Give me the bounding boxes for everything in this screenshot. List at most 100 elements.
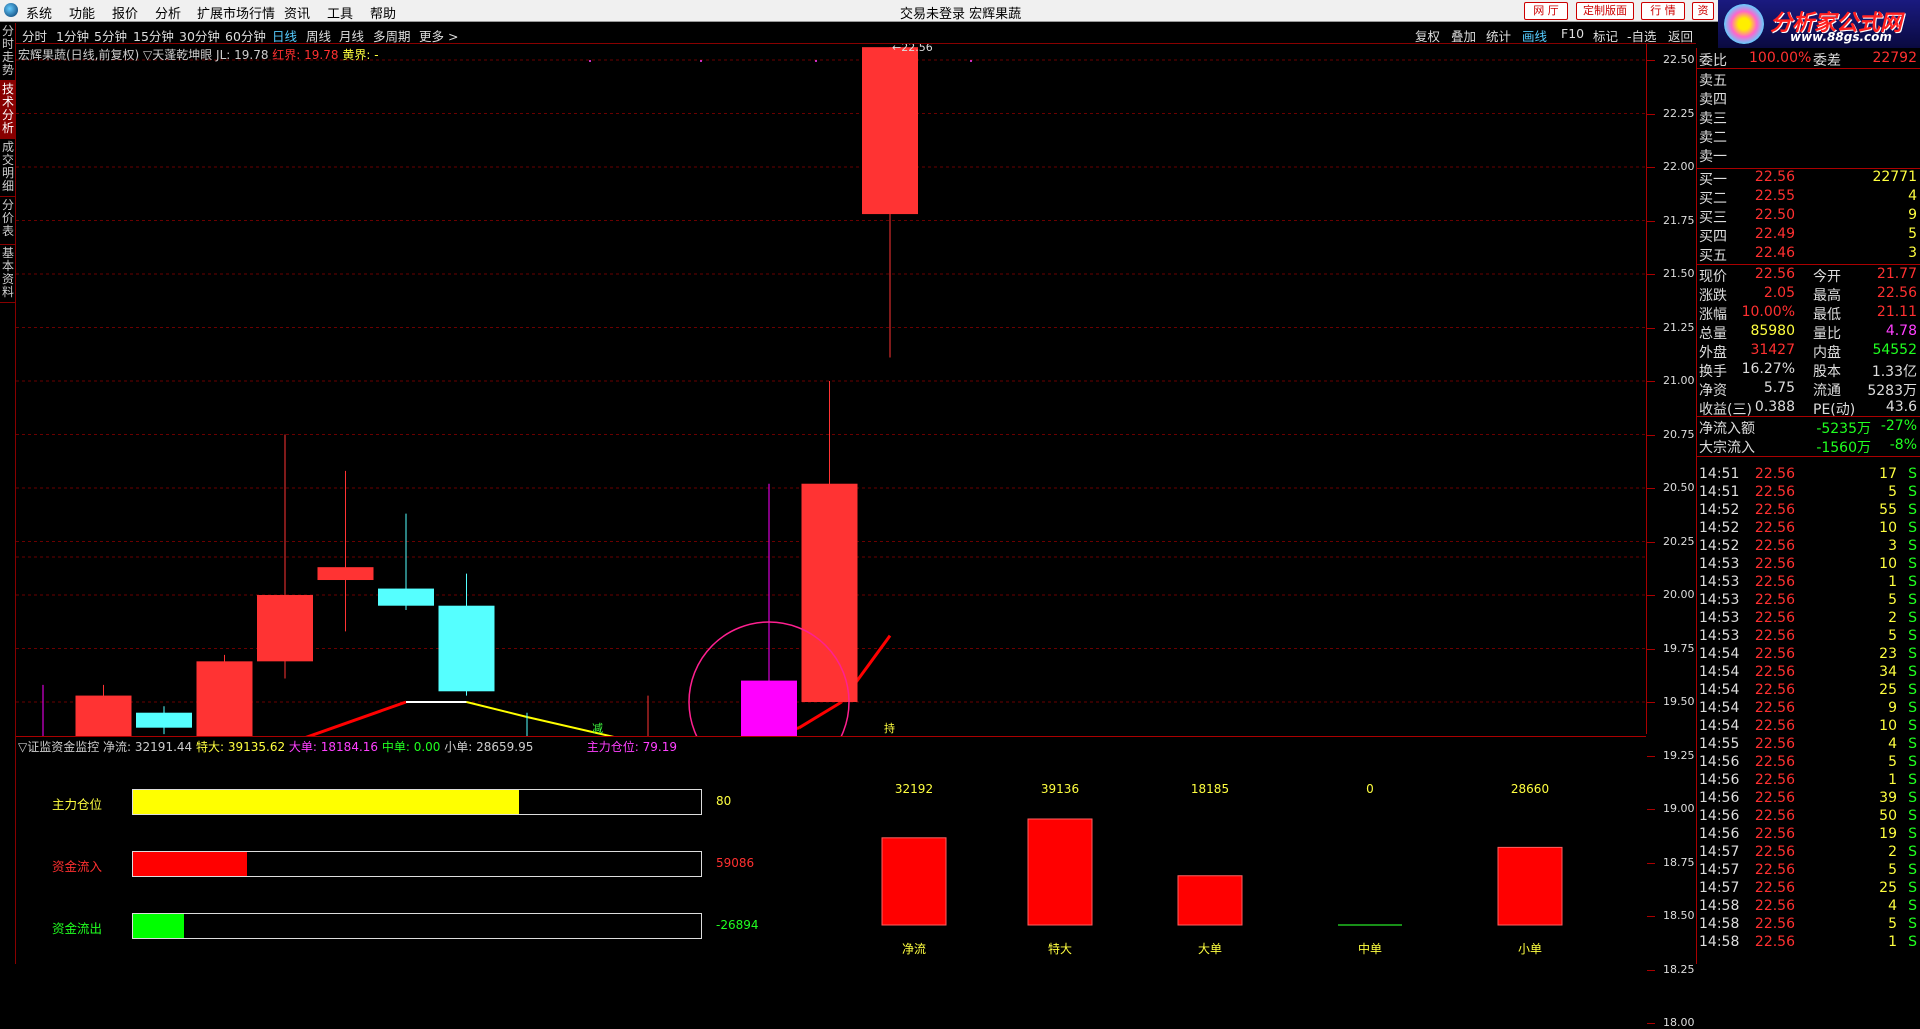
- tick-time: 14:54: [1699, 664, 1740, 680]
- fund-column-label: 小单: [1518, 942, 1542, 956]
- buy-level-label: 买五: [1699, 248, 1727, 264]
- logo-banner: 分析家公式网 www.88gs.com: [1718, 0, 1920, 48]
- price-tick-mark: [1647, 595, 1655, 596]
- tick-time: 14:58: [1699, 916, 1740, 932]
- buy-level-volume: 4: [1908, 188, 1917, 204]
- tick-price: 22.56: [1754, 898, 1795, 914]
- period-1min[interactable]: 1分钟: [56, 26, 89, 45]
- period-more[interactable]: 更多 >: [419, 26, 458, 45]
- price-tick-label: 18.00: [1663, 1016, 1695, 1029]
- period-intraday[interactable]: 分时: [22, 26, 47, 45]
- period-5min[interactable]: 5分钟: [94, 26, 127, 45]
- tick-volume: 4: [1888, 898, 1897, 914]
- buy-level-volume: 3: [1908, 245, 1917, 261]
- buy-level-volume: 22771: [1872, 169, 1917, 185]
- hall-button[interactable]: 网 厅: [1524, 2, 1568, 20]
- sell-level-label: 卖五: [1699, 73, 1727, 89]
- tick-volume: 1: [1888, 772, 1897, 788]
- period-multi[interactable]: 多周期: [373, 26, 411, 45]
- tick-row: 14:52 22.56 10 S: [1697, 520, 1920, 538]
- tick-side: S: [1908, 718, 1917, 734]
- menu-system[interactable]: 系统: [26, 3, 52, 22]
- tick-volume: 2: [1888, 610, 1897, 626]
- period-monthly[interactable]: 月线: [339, 26, 364, 45]
- back-button[interactable]: 返回: [1668, 26, 1693, 45]
- market-button[interactable]: 行 情: [1641, 2, 1685, 20]
- add-watchlist-button[interactable]: -自选: [1627, 26, 1657, 45]
- quote-stat-row: 外盘 31427 内盘 54552: [1697, 342, 1920, 361]
- tick-row: 14:53 22.56 2 S: [1697, 610, 1920, 628]
- tab-technical-analysis[interactable]: 技术分析: [0, 81, 16, 139]
- tick-row: 14:56 22.56 1 S: [1697, 772, 1920, 790]
- tick-volume: 5: [1888, 862, 1897, 878]
- top-dot: [970, 60, 972, 62]
- info-button[interactable]: 资: [1692, 2, 1714, 20]
- stat-value: 21.11: [1876, 304, 1917, 320]
- sell-level-row: 卖二: [1697, 127, 1920, 146]
- price-axis: 22.50 22.25 22.00 21.75 21.50 21.25 21.00 20.75…: [1646, 44, 1696, 1029]
- app-icon[interactable]: [4, 3, 18, 17]
- tick-price: 22.56: [1754, 916, 1795, 932]
- committee-ratio-value: 100.00%: [1749, 50, 1812, 66]
- menu-tools[interactable]: 工具: [327, 3, 353, 22]
- tab-price-distribution[interactable]: 分价表: [0, 197, 16, 245]
- period-60min[interactable]: 60分钟: [225, 26, 266, 45]
- period-15min[interactable]: 15分钟: [133, 26, 174, 45]
- f10-button[interactable]: F10: [1561, 26, 1584, 41]
- period-bar: 分时 1分钟 5分钟 15分钟 30分钟 60分钟 日线 周线 月线 多周期 更…: [16, 23, 1696, 44]
- fund-column-label: 中单: [1358, 941, 1382, 956]
- price-tick-label: 18.25: [1663, 962, 1695, 976]
- period-daily[interactable]: 日线: [272, 26, 297, 45]
- mark-button[interactable]: 标记: [1593, 26, 1618, 45]
- sell-level-label: 卖四: [1699, 92, 1727, 108]
- tick-price: 22.56: [1754, 736, 1795, 752]
- tick-time: 14:56: [1699, 790, 1740, 806]
- tick-side: S: [1908, 934, 1917, 950]
- overlay-button[interactable]: 叠加: [1451, 26, 1476, 45]
- price-tick-label: 19.25: [1663, 748, 1695, 762]
- statistics-button[interactable]: 统计: [1486, 26, 1511, 45]
- tick-volume: 5: [1888, 916, 1897, 932]
- price-tick-label: 22.25: [1663, 106, 1695, 120]
- restore-rights-button[interactable]: 复权: [1415, 26, 1440, 45]
- buy-level-label: 买四: [1699, 229, 1727, 245]
- quote-stat-row: 净资 5.75 流通 5283万: [1697, 380, 1920, 399]
- period-30min[interactable]: 30分钟: [179, 26, 220, 45]
- tick-row: 14:54 22.56 10 S: [1697, 718, 1920, 736]
- price-tick-mark: [1647, 1023, 1655, 1024]
- candlestick-chart[interactable]: ←22.56←18.56↑B↑B减持: [16, 44, 1646, 736]
- price-tick-label: 21.50: [1663, 267, 1695, 280]
- inflow-row: 资金流入 59086: [16, 849, 816, 879]
- tab-intraday[interactable]: 分时走势: [0, 23, 16, 81]
- tick-row: 14:53 22.56 5 S: [1697, 592, 1920, 610]
- stat-label: 流通: [1813, 383, 1841, 399]
- tick-row: 14:57 22.56 25 S: [1697, 880, 1920, 898]
- tick-side: S: [1908, 538, 1917, 554]
- menu-news[interactable]: 资讯: [284, 3, 310, 22]
- tick-volume: 25: [1879, 682, 1897, 698]
- menu-help[interactable]: 帮助: [370, 3, 396, 22]
- custom-layout-button[interactable]: 定制版面: [1576, 2, 1634, 20]
- tick-row: 14:54 22.56 23 S: [1697, 646, 1920, 664]
- tick-price: 22.56: [1754, 862, 1795, 878]
- sell-level-row: 卖一: [1697, 146, 1920, 165]
- buy-level-row: 买四 22.49 5: [1697, 226, 1920, 245]
- menu-extended-market[interactable]: 扩展市场行情: [197, 3, 275, 22]
- tab-trade-details[interactable]: 成交明细: [0, 139, 16, 197]
- main-position-fill: [133, 790, 520, 814]
- fund-super-large: 特大: 39135.62: [192, 740, 286, 754]
- menu-function[interactable]: 功能: [69, 3, 95, 22]
- buy-level-label: 买一: [1699, 172, 1727, 188]
- buy-level-row: 买一 22.56 22771: [1697, 169, 1920, 188]
- tick-price: 22.56: [1754, 610, 1795, 626]
- menu-analysis[interactable]: 分析: [155, 3, 181, 22]
- buy-level-volume: 5: [1908, 226, 1917, 242]
- tab-fundamentals[interactable]: 基本资料: [0, 245, 16, 303]
- tick-price: 22.56: [1754, 520, 1795, 536]
- menu-quote[interactable]: 报价: [112, 3, 138, 22]
- period-weekly[interactable]: 周线: [306, 26, 331, 45]
- draw-line-button[interactable]: 画线: [1522, 26, 1547, 45]
- tick-row: 14:58 22.56 1 S: [1697, 934, 1920, 952]
- tick-side: S: [1908, 682, 1917, 698]
- stat-value: 85980: [1750, 323, 1795, 339]
